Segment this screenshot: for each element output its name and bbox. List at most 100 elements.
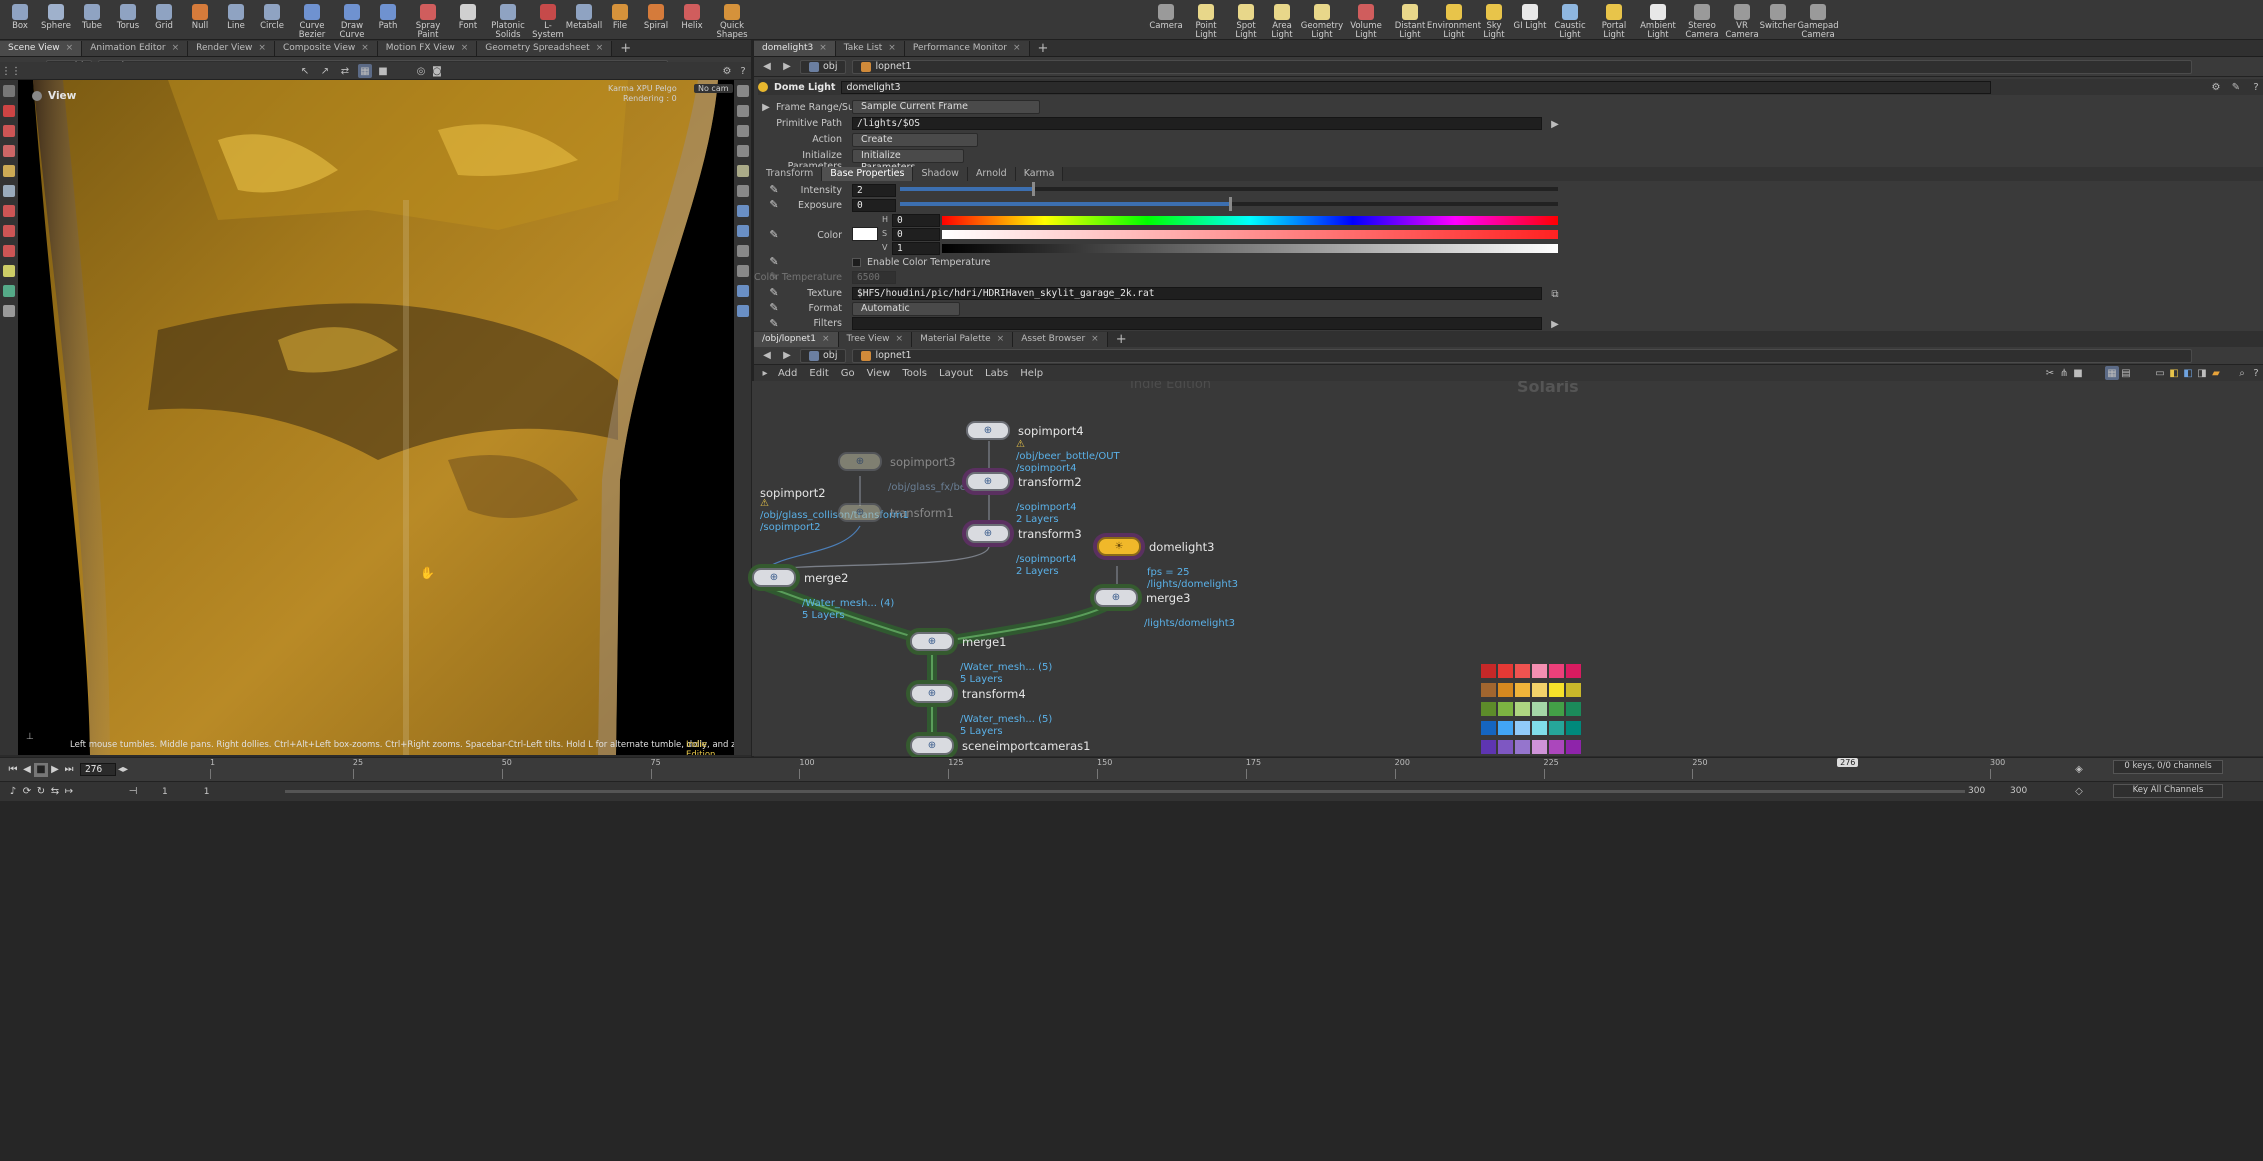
tab-scene-view[interactable]: Scene View × <box>0 41 83 56</box>
range-start[interactable]: 1 <box>162 787 168 797</box>
shelf-tool-helix[interactable]: Helix <box>674 0 710 40</box>
saturation-field[interactable]: 0 <box>892 228 940 241</box>
shelf-tool-sphere[interactable]: Sphere <box>38 0 74 40</box>
viewport-settings-icon[interactable]: ⚙ <box>720 64 734 78</box>
lights-icon[interactable] <box>736 125 749 137</box>
tab-asset-browser[interactable]: Asset Browser × <box>1013 332 1108 347</box>
subtab-arnold[interactable]: Arnold <box>967 167 1016 181</box>
ghost-icon[interactable] <box>736 145 749 157</box>
handles-icon[interactable] <box>3 125 15 137</box>
shelf-tool-sky-light[interactable]: Sky Light <box>1476 0 1512 40</box>
viewport-view-label[interactable]: View <box>32 90 76 102</box>
back-icon[interactable]: ◀ <box>760 349 774 363</box>
palette-swatch[interactable] <box>1566 664 1581 678</box>
node-body-icon[interactable]: ⊕ <box>752 568 796 587</box>
point-icon[interactable] <box>736 305 749 317</box>
shelf-tool-geometry-light[interactable]: Geometry Light <box>1300 0 1344 40</box>
intensity-field[interactable]: 2 <box>852 184 896 197</box>
note-icon[interactable]: ▰ <box>2209 366 2223 380</box>
tools-icon[interactable]: ✂ <box>2043 366 2057 380</box>
node-body-icon[interactable]: ⊕ <box>910 632 954 651</box>
menu-go[interactable]: Go <box>835 368 861 379</box>
pose-icon[interactable] <box>3 165 15 177</box>
tab-motion-fx-view[interactable]: Motion FX View × <box>377 41 478 56</box>
add-tab-icon[interactable]: + <box>1108 332 1135 347</box>
close-icon[interactable]: × <box>1091 332 1099 347</box>
paint-icon[interactable] <box>3 305 15 317</box>
stop-icon[interactable]: ■ <box>2071 366 2085 380</box>
close-icon[interactable]: × <box>819 41 827 56</box>
shelf-tool-l-system[interactable]: L-System <box>530 0 566 40</box>
node-transform2[interactable]: ⊕ transform2 <box>966 472 1082 491</box>
edit-control-icon[interactable]: ✎ <box>768 256 780 268</box>
subtab-shadow[interactable]: Shadow <box>913 167 968 181</box>
palette-swatch[interactable] <box>1481 683 1496 697</box>
render-snapshot-icon[interactable]: ◙ <box>430 64 444 78</box>
shelf-tool-spray-paint[interactable]: Spray Paint <box>406 0 450 40</box>
range-end-visible[interactable]: 300 <box>1968 786 1985 796</box>
node-sopimport3[interactable]: ⊕ sopimport3 <box>838 452 956 471</box>
node-body-icon[interactable]: ⊕ <box>910 736 954 755</box>
grid-mode-icon[interactable]: ▤ <box>2119 366 2133 380</box>
node-sopimport4[interactable]: ⊕ sopimport4 <box>966 421 1084 440</box>
palette-swatch[interactable] <box>1498 702 1513 716</box>
shelf-tool-spot-light[interactable]: Spot Light <box>1228 0 1264 40</box>
visibility-icon[interactable] <box>736 185 749 197</box>
subtab-karma[interactable]: Karma <box>1015 167 1064 181</box>
select-primitive-icon[interactable]: ▶ <box>1548 117 1562 131</box>
step-frame-icon[interactable]: ◂▸ <box>116 763 130 777</box>
loop-icon[interactable]: ↻ <box>34 785 48 799</box>
action-dropdown[interactable]: Create <box>852 133 978 147</box>
view-mode-icon[interactable]: ▦ <box>358 64 372 78</box>
toolbar-toggle-icon[interactable]: ▸ <box>758 366 772 380</box>
node-body-icon[interactable]: ⊕ <box>910 684 954 703</box>
shelf-tool-line[interactable]: Line <box>218 0 254 40</box>
range-mode-icon[interactable]: ↦ <box>62 785 76 799</box>
palette-swatch[interactable] <box>1498 664 1513 678</box>
color-temp-field[interactable]: 6500 <box>852 271 896 284</box>
shelf-tool-path[interactable]: Path <box>370 0 406 40</box>
palette-swatch[interactable] <box>1549 664 1564 678</box>
tab-take-list[interactable]: Take List × <box>835 41 905 56</box>
node-domelight3[interactable]: ☀ domelight3 <box>1097 537 1214 556</box>
shelf-tool-quick-shapes[interactable]: Quick Shapes <box>710 0 754 40</box>
snap-icon[interactable] <box>3 145 15 157</box>
node-body-icon[interactable]: ⊕ <box>966 524 1010 543</box>
shelf-tool-vr-camera[interactable]: VR Camera <box>1724 0 1760 40</box>
palette-swatch[interactable] <box>1549 702 1564 716</box>
tab-composite-view[interactable]: Composite View × <box>274 41 378 56</box>
close-icon[interactable]: × <box>1013 41 1021 56</box>
palette-swatch[interactable] <box>1532 664 1547 678</box>
keyframe-options-icon[interactable]: ◇ <box>2072 784 2086 798</box>
scene-viewport[interactable]: View Karma XPU Pelgo Rendering : 0 No ca… <box>18 80 734 755</box>
node-merge3[interactable]: ⊕ merge3 <box>1094 588 1191 607</box>
tab-domelight3[interactable]: domelight3 × <box>754 41 836 56</box>
camera-icon[interactable] <box>3 285 15 297</box>
menu-labs[interactable]: Labs <box>979 368 1014 379</box>
menu-layout[interactable]: Layout <box>933 368 979 379</box>
go-to-start-icon[interactable]: ⏮ <box>6 763 20 777</box>
tree-layout-icon[interactable]: ⋔ <box>2057 366 2071 380</box>
close-icon[interactable]: × <box>596 41 604 56</box>
palette-swatch[interactable] <box>1498 683 1513 697</box>
screen-icon[interactable]: ▭ <box>2153 366 2167 380</box>
warning-icon[interactable]: ⚠ <box>760 498 769 510</box>
tab-performance-monitor[interactable]: Performance Monitor × <box>904 41 1030 56</box>
frame-range-dropdown[interactable]: Sample Current Frame <box>852 100 1040 114</box>
lock-icon[interactable] <box>3 105 15 117</box>
back-icon[interactable]: ◀ <box>760 60 774 74</box>
tab-tree-view[interactable]: Tree View × <box>838 332 913 347</box>
camera-snap-icon[interactable]: ◎ <box>414 64 428 78</box>
shelf-tool-gamepad-camera[interactable]: Gamepad Camera <box>1796 0 1840 40</box>
range-end[interactable]: 300 <box>2010 786 2027 796</box>
list-mode-icon[interactable]: ▦ <box>2105 366 2119 380</box>
palette-swatch[interactable] <box>1566 721 1581 735</box>
transform-tool-icon[interactable]: ↗ <box>318 64 332 78</box>
palette-swatch[interactable] <box>1515 740 1530 754</box>
palette-swatch[interactable] <box>1566 683 1581 697</box>
camera-menu[interactable]: No cam <box>694 84 733 93</box>
menu-edit[interactable]: Edit <box>803 368 834 379</box>
shelf-tool-torus[interactable]: Torus <box>110 0 146 40</box>
view-icon[interactable] <box>3 185 15 197</box>
subtab-base-properties[interactable]: Base Properties <box>822 167 914 181</box>
